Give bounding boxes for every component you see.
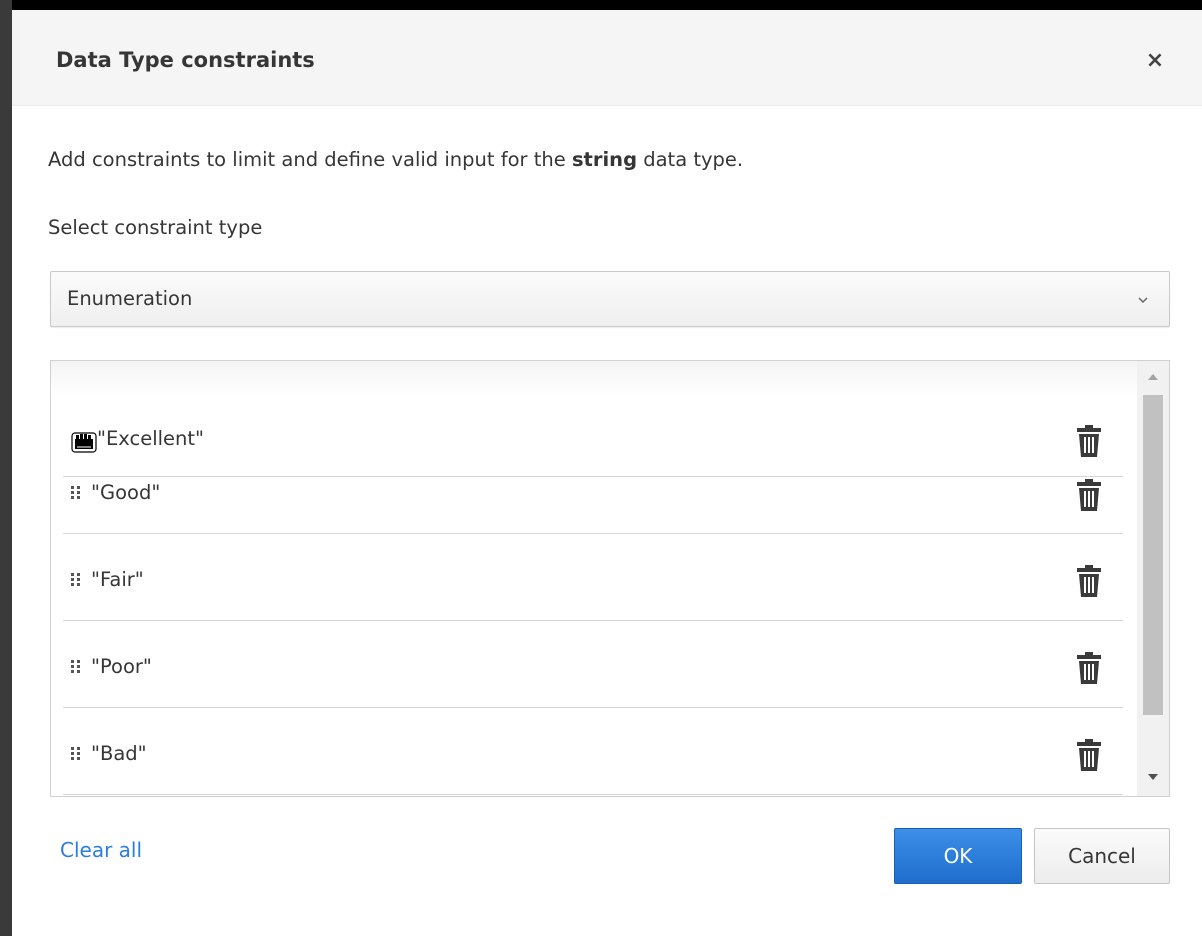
close-icon: ×: [1145, 48, 1165, 73]
enumeration-item[interactable]: "Good": [63, 477, 1123, 534]
enumeration-item[interactable]: "Bad": [63, 708, 1123, 795]
ok-button[interactable]: OK: [894, 828, 1022, 884]
scrollbar-thumb[interactable]: [1143, 395, 1163, 715]
background-page-edge: [0, 0, 12, 936]
enumeration-item-value[interactable]: "Poor": [91, 653, 152, 681]
data-type-constraints-dialog: Data Type constraints × Add constraints …: [12, 10, 1202, 936]
drag-handle-icon[interactable]: [71, 572, 81, 588]
cancel-button[interactable]: Cancel: [1034, 828, 1170, 884]
constraint-type-selected-value: Enumeration: [67, 287, 193, 310]
enumeration-item[interactable]: "Excellent": [63, 397, 1123, 477]
enumeration-item-value[interactable]: "Bad": [91, 740, 147, 768]
list-top-shadow: [51, 361, 1137, 397]
trash-icon[interactable]: [1073, 564, 1105, 598]
close-button[interactable]: ×: [1142, 48, 1168, 74]
list-scrollbar[interactable]: [1137, 361, 1169, 796]
enumeration-item[interactable]: "Poor": [63, 621, 1123, 708]
row-divider: [63, 794, 1123, 795]
description-text-end: data type.: [637, 148, 744, 171]
trash-icon[interactable]: [1073, 738, 1105, 772]
constraint-type-label: Select constraint type: [48, 216, 263, 239]
drag-handle-icon[interactable]: [71, 485, 81, 501]
clear-all-link[interactable]: Clear all: [60, 836, 142, 864]
enumeration-item[interactable]: "Fair": [63, 534, 1123, 621]
enumeration-item-value[interactable]: "Good": [91, 479, 160, 507]
constraint-type-select[interactable]: Enumeration: [50, 271, 1170, 327]
drag-handle-icon[interactable]: [71, 659, 81, 675]
description-text-start: Add constraints to limit and define vali…: [48, 148, 572, 171]
trash-icon[interactable]: [1073, 424, 1105, 458]
enumeration-item-value[interactable]: "Fair": [91, 566, 144, 594]
enumeration-item-value[interactable]: "Excellent": [97, 425, 204, 453]
drag-handle-icon[interactable]: [71, 746, 81, 762]
dialog-title: Data Type constraints: [56, 48, 315, 72]
chevron-down-icon: [1138, 297, 1148, 304]
enumeration-list: "Excellent" "Good" "Fair" "Poor" "Bad": [50, 360, 1170, 797]
scroll-down-arrow-icon[interactable]: [1147, 771, 1159, 783]
trash-icon[interactable]: [1073, 651, 1105, 685]
trash-icon[interactable]: [1073, 478, 1105, 512]
dialog-description: Add constraints to limit and define vali…: [48, 146, 743, 174]
dialog-header: Data Type constraints ×: [12, 10, 1202, 106]
data-type-name: string: [571, 148, 638, 171]
scroll-up-arrow-icon[interactable]: [1147, 371, 1159, 383]
grab-cursor-icon: [71, 432, 97, 453]
